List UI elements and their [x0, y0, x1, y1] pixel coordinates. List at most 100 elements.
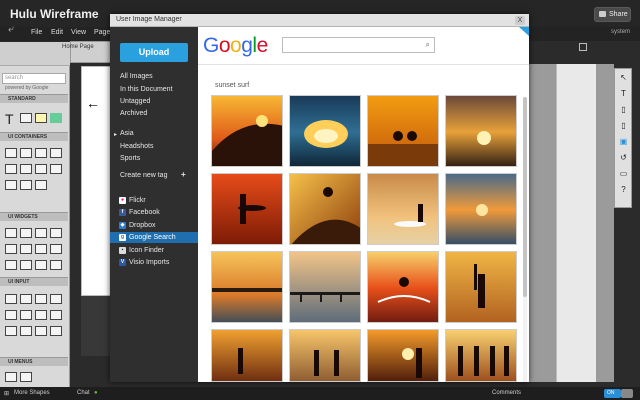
source-facebook[interactable]: f Facebook	[110, 207, 198, 218]
menu-file[interactable]: File	[31, 29, 42, 36]
widget-shape-icon[interactable]	[20, 260, 32, 270]
image-result[interactable]	[289, 329, 361, 382]
search-icon[interactable]: ⌕	[426, 40, 430, 50]
grid-icon[interactable]	[579, 43, 587, 51]
tag-asia[interactable]: Asia	[120, 130, 134, 137]
widget-shape-icon[interactable]	[35, 244, 47, 254]
container-shape-icon[interactable]	[5, 164, 17, 174]
input-shape-icon[interactable]	[20, 294, 32, 304]
rect-shape-icon[interactable]	[20, 113, 32, 123]
toggle-off[interactable]	[621, 389, 633, 398]
container-shape-icon[interactable]	[35, 164, 47, 174]
widget-shape-icon[interactable]	[50, 244, 62, 254]
input-shape-icon[interactable]	[35, 310, 47, 320]
expand-arrow-icon[interactable]: ▸	[114, 131, 117, 138]
container-shape-icon[interactable]	[50, 164, 62, 174]
input-shape-icon[interactable]	[35, 326, 47, 336]
container-shape-icon[interactable]	[35, 180, 47, 190]
container-shape-icon[interactable]	[5, 148, 17, 158]
section-ui-input[interactable]: UI INPUT	[0, 277, 68, 286]
image-result[interactable]	[211, 95, 283, 167]
comments-button[interactable]: Comments	[492, 390, 521, 396]
present-icon[interactable]: ▭	[619, 169, 628, 178]
input-shape-icon[interactable]	[35, 294, 47, 304]
link-icon[interactable]: ▣	[619, 137, 628, 146]
more-shapes-button[interactable]: More Shapes	[14, 390, 50, 396]
container-shape-icon[interactable]	[20, 180, 32, 190]
input-shape-icon[interactable]	[5, 326, 17, 336]
tag-headshots[interactable]: Headshots	[120, 143, 153, 150]
image-result[interactable]	[367, 329, 439, 382]
upload-button[interactable]: Upload	[120, 43, 188, 62]
text-tool-icon[interactable]: T	[619, 89, 628, 98]
menu-edit[interactable]: Edit	[51, 29, 63, 36]
menu-view[interactable]: View	[71, 29, 86, 36]
input-shape-icon[interactable]	[20, 310, 32, 320]
section-ui-containers[interactable]: UI CONTAINERS	[0, 132, 68, 141]
widget-shape-icon[interactable]	[5, 228, 17, 238]
image-result[interactable]	[211, 173, 283, 245]
page-icon[interactable]: ▯	[619, 105, 628, 114]
image-result[interactable]	[445, 173, 517, 245]
help-icon[interactable]: ?	[619, 185, 628, 194]
image-result[interactable]	[367, 95, 439, 167]
source-visio-imports[interactable]: V Visio Imports	[110, 257, 198, 268]
library-in-document[interactable]: In this Document	[120, 86, 173, 93]
widget-shape-icon[interactable]	[5, 260, 17, 270]
source-google-search[interactable]: g Google Search	[110, 232, 198, 243]
image-result[interactable]	[289, 251, 361, 323]
library-untagged[interactable]: Untagged	[120, 98, 150, 105]
widget-shape-icon[interactable]	[50, 228, 62, 238]
shape-search-input[interactable]: search	[2, 73, 66, 84]
widget-shape-icon[interactable]	[5, 244, 17, 254]
image-result[interactable]	[367, 173, 439, 245]
input-shape-icon[interactable]	[50, 310, 62, 320]
menu-shape-icon[interactable]	[5, 372, 17, 382]
chat-button[interactable]: Chat	[77, 390, 90, 396]
widget-shape-icon[interactable]	[35, 260, 47, 270]
source-dropbox[interactable]: ◆ Dropbox	[110, 220, 198, 231]
widget-shape-icon[interactable]	[20, 228, 32, 238]
text-shape-icon[interactable]: T	[5, 112, 14, 126]
widget-shape-icon[interactable]	[50, 260, 62, 270]
note-shape-icon[interactable]	[35, 113, 47, 123]
share-button[interactable]: Share	[594, 7, 631, 22]
image-result[interactable]	[445, 329, 517, 382]
source-icon-finder[interactable]: ▪ Icon Finder	[110, 245, 198, 256]
input-shape-icon[interactable]	[20, 326, 32, 336]
image-search-input[interactable]: ⌕	[282, 37, 435, 53]
menu-shape-icon[interactable]	[20, 372, 32, 382]
widget-shape-icon[interactable]	[35, 228, 47, 238]
page-tab[interactable]: Home Page	[62, 43, 112, 51]
widget-shape-icon[interactable]	[20, 244, 32, 254]
image-result[interactable]	[289, 95, 361, 167]
tag-sports[interactable]: Sports	[120, 155, 140, 162]
container-shape-icon[interactable]	[50, 148, 62, 158]
section-ui-widgets[interactable]: UI WIDGETS	[0, 212, 68, 221]
image-result[interactable]	[445, 251, 517, 323]
container-shape-icon[interactable]	[20, 148, 32, 158]
library-archived[interactable]: Archived	[120, 110, 147, 117]
section-standard[interactable]: STANDARD	[0, 94, 68, 103]
source-flickr[interactable]: ● Flickr	[110, 195, 198, 206]
history-icon[interactable]: ↺	[619, 153, 628, 162]
input-shape-icon[interactable]	[5, 294, 17, 304]
image-result[interactable]	[289, 173, 361, 245]
menu-page[interactable]: Page	[94, 29, 110, 36]
image-result[interactable]	[211, 251, 283, 323]
input-shape-icon[interactable]	[50, 326, 62, 336]
green-shape-icon[interactable]	[50, 113, 62, 123]
section-ui-menus[interactable]: UI MENUS	[0, 357, 68, 366]
container-shape-icon[interactable]	[5, 180, 17, 190]
image-result[interactable]	[211, 329, 283, 382]
cursor-icon[interactable]: ↖	[619, 73, 628, 82]
toggle-on[interactable]: ON	[604, 389, 621, 398]
input-shape-icon[interactable]	[50, 294, 62, 304]
container-shape-icon[interactable]	[20, 164, 32, 174]
container-shape-icon[interactable]	[35, 148, 47, 158]
create-tag-button[interactable]: Create new tag	[120, 172, 167, 179]
close-button[interactable]: X	[515, 16, 525, 25]
back-icon[interactable]: ⤶	[8, 25, 18, 35]
page-icon[interactable]: ▯	[619, 121, 628, 130]
library-all-images[interactable]: All Images	[120, 73, 153, 80]
